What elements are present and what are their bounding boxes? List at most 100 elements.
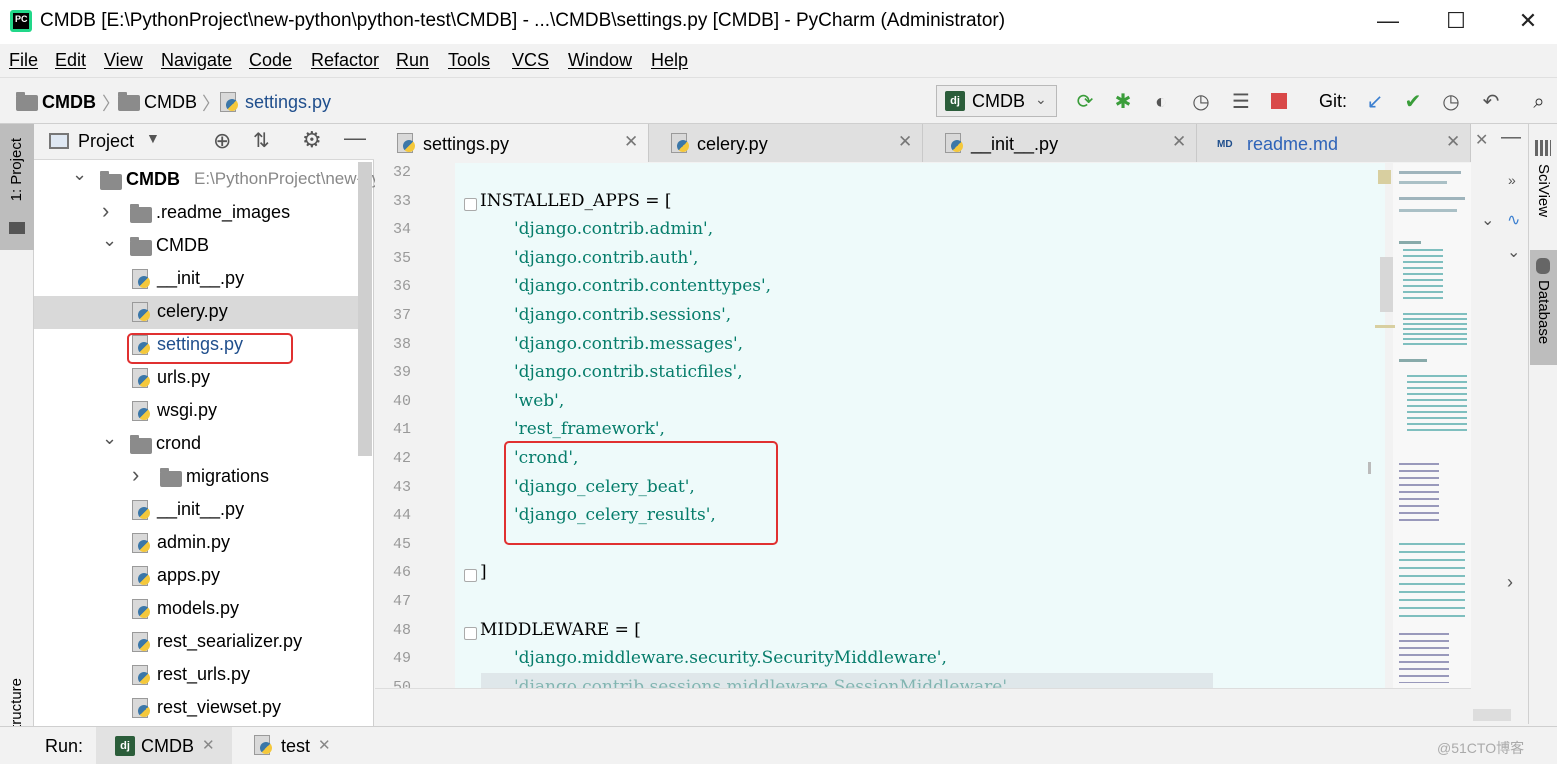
minimap-line: [1399, 209, 1457, 212]
menu-vcs[interactable]: VCS: [512, 50, 549, 71]
menu-edit[interactable]: Edit: [55, 50, 86, 71]
code-minimap[interactable]: [1393, 163, 1471, 688]
run-tab-test[interactable]: test ✕: [252, 727, 352, 764]
scrollbar[interactable]: [1473, 709, 1511, 721]
run-label: Run:: [45, 736, 84, 756]
menu-view[interactable]: View: [104, 50, 143, 71]
menu-navigate[interactable]: Navigate: [161, 50, 232, 71]
concurrency-icon[interactable]: ☰: [1229, 90, 1253, 114]
tree-item[interactable]: ⌄ CMDB: [34, 230, 358, 263]
chevron-right-icon[interactable]: ›: [132, 462, 139, 488]
tree-item-label: CMDB: [156, 235, 209, 255]
tree-item-label: rest_urls.py: [157, 664, 251, 684]
coverage-icon[interactable]: ◐: [1149, 90, 1173, 114]
sciview-tool-tab[interactable]: SciView: [1535, 164, 1552, 217]
minimize-button[interactable]: —: [1368, 8, 1408, 36]
code-line: 'django.contrib.sessions',: [514, 305, 732, 325]
tree-item[interactable]: wsgi.py: [34, 395, 358, 428]
tab-celery[interactable]: celery.py ✕: [649, 124, 923, 162]
project-tree-scrollbar[interactable]: [358, 162, 372, 456]
tree-item[interactable]: __init__.py: [34, 494, 358, 527]
vcs-update-icon[interactable]: ↙: [1363, 90, 1387, 114]
run-configuration-dropdown[interactable]: dj CMDB ⌄: [936, 85, 1057, 117]
tree-item[interactable]: urls.py: [34, 362, 358, 395]
close-tab-icon[interactable]: ✕: [202, 736, 215, 754]
menu-window[interactable]: Window: [568, 50, 632, 71]
tree-item[interactable]: › migrations: [34, 461, 358, 494]
menu-tools[interactable]: Tools: [448, 50, 490, 71]
fold-marker-icon[interactable]: [464, 197, 477, 211]
chevron-down-icon[interactable]: ⌄: [102, 230, 117, 251]
tree-item[interactable]: admin.py: [34, 527, 358, 560]
close-tab-icon[interactable]: ✕: [1172, 132, 1186, 152]
tree-item[interactable]: rest_urls.py: [34, 659, 358, 692]
menu-help[interactable]: Help: [651, 50, 688, 71]
run-tab-cmdb[interactable]: dj CMDB ✕: [96, 727, 232, 764]
tree-item[interactable]: __init__.py: [34, 263, 358, 296]
tree-item[interactable]: ⌄ crond: [34, 428, 358, 461]
vcs-revert-icon[interactable]: ↶: [1479, 90, 1503, 114]
tree-item[interactable]: models.py: [34, 593, 358, 626]
maximize-button[interactable]: ☐: [1436, 8, 1476, 36]
profile-icon[interactable]: ◷: [1189, 90, 1213, 114]
tab-readme[interactable]: MD readme.md ✕: [1197, 124, 1471, 162]
tree-item-label: crond: [156, 433, 202, 453]
horizontal-scrollbar[interactable]: [481, 673, 1213, 688]
watermark: @51CTO博客: [1437, 740, 1525, 756]
chevron-right-icon[interactable]: ›: [102, 198, 109, 224]
tree-item[interactable]: rest_viewset.py: [34, 692, 358, 725]
close-tab-icon[interactable]: ✕: [624, 132, 638, 152]
project-tool-tab[interactable]: 1: Project: [0, 124, 34, 250]
tree-item[interactable]: celery.py: [34, 296, 358, 329]
tree-item-label: __init__.py: [157, 268, 245, 288]
breadcrumb-folder[interactable]: CMDB: [144, 92, 197, 113]
tree-item[interactable]: › .readme_images: [34, 197, 358, 230]
minimap-line: [1399, 197, 1465, 200]
collapse-all-icon[interactable]: ⇅: [253, 128, 270, 153]
gear-icon[interactable]: ⚙: [302, 127, 322, 153]
chevron-down-icon[interactable]: ▼: [146, 130, 160, 146]
hide-panel-icon[interactable]: —: [1501, 126, 1521, 149]
tree-item[interactable]: apps.py: [34, 560, 358, 593]
breadcrumb-root[interactable]: CMDB: [42, 92, 96, 113]
vcs-history-icon[interactable]: ◷: [1439, 90, 1463, 114]
chevron-down-icon[interactable]: ⌄: [1481, 210, 1494, 230]
folder-icon: [16, 92, 38, 111]
chevron-down-icon[interactable]: ⌄: [1507, 242, 1520, 262]
vcs-commit-icon[interactable]: ✔: [1401, 90, 1425, 114]
editor-scrollbar-thumb[interactable]: [1380, 257, 1393, 312]
close-tab-icon[interactable]: ✕: [318, 736, 331, 754]
fold-marker-icon[interactable]: [464, 569, 477, 583]
menu-refactor[interactable]: Refactor: [311, 50, 379, 71]
chevron-down-icon[interactable]: ⌄: [102, 428, 117, 449]
breadcrumb-file[interactable]: settings.py: [245, 92, 331, 113]
close-tab-icon[interactable]: ✕: [898, 132, 912, 152]
menu-file[interactable]: File: [9, 50, 38, 71]
project-view-selector[interactable]: Project: [78, 131, 134, 152]
right-panel-strip: ✕ — » ⌄ ∿ ⌄ ›: [1471, 124, 1528, 724]
menu-run[interactable]: Run: [396, 50, 429, 71]
stop-icon[interactable]: [1271, 93, 1287, 109]
hide-panel-icon[interactable]: —: [344, 125, 366, 151]
line-number: 47: [392, 593, 411, 610]
code-line: 'django.contrib.admin',: [514, 219, 714, 240]
close-button[interactable]: ✕: [1508, 8, 1548, 36]
tree-item[interactable]: rest_searializer.py: [34, 626, 358, 659]
debug-icon[interactable]: ✱: [1111, 90, 1135, 114]
tab-settings[interactable]: settings.py ✕: [375, 124, 649, 162]
close-tab-icon[interactable]: ✕: [1446, 132, 1460, 152]
menu-code[interactable]: Code: [249, 50, 292, 71]
chevron-down-icon[interactable]: ⌄: [72, 164, 87, 185]
tab-init[interactable]: __init__.py ✕: [923, 124, 1197, 162]
close-icon[interactable]: ✕: [1475, 130, 1488, 150]
search-icon[interactable]: ⌕: [1527, 90, 1551, 114]
chevron-right-icon[interactable]: ›: [1507, 572, 1513, 593]
rerun-icon[interactable]: ⟳: [1073, 90, 1097, 114]
chevron-right-double-icon[interactable]: »: [1508, 172, 1516, 188]
database-tool-tab[interactable]: Database: [1530, 250, 1557, 365]
tree-item[interactable]: ⌄ CMDB E:\PythonProject\new-pytho: [34, 164, 404, 197]
fold-marker-icon[interactable]: [464, 626, 477, 640]
locate-file-icon[interactable]: ⊕: [213, 128, 231, 154]
python-file-icon: [671, 133, 689, 153]
chevron-down-icon: ⌄: [1035, 91, 1047, 107]
